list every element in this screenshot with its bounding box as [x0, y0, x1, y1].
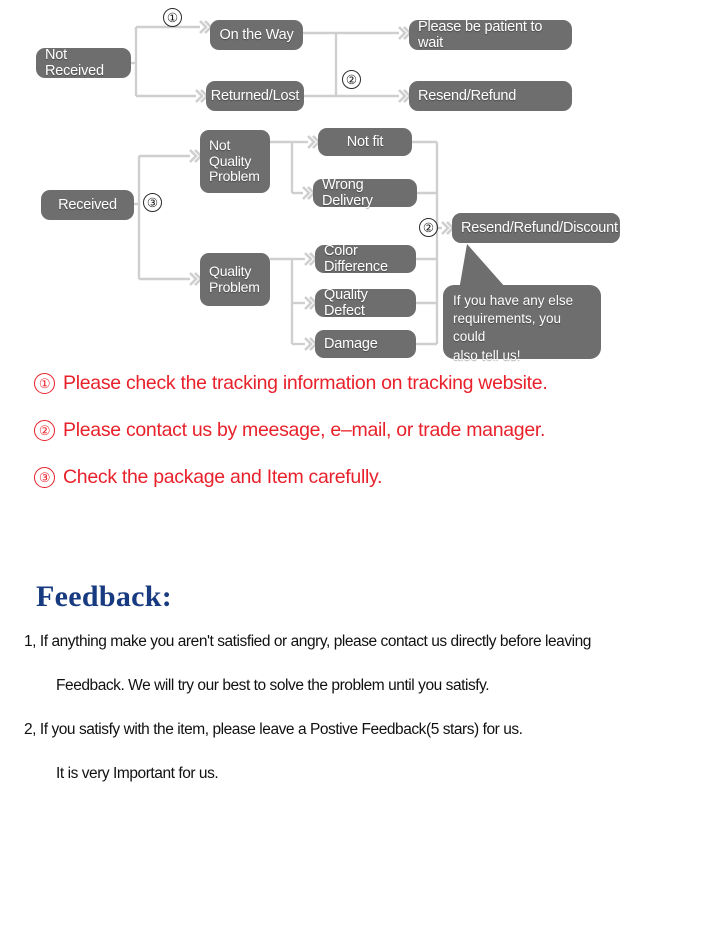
feedback-line: 1, If anything make you aren't satisfied…: [24, 633, 591, 650]
callout-bubble: If you have any else requirements, you c…: [443, 285, 601, 363]
flow-node-not-received: Not Received: [36, 47, 131, 79]
note-item: ③ Check the package and Item carefully.: [34, 466, 710, 489]
flowchart-diagram: Not Received On the Way Returned/Lost Pleas…: [0, 0, 710, 375]
feedback-section: Feedback: 1, If anything make you aren't…: [0, 580, 710, 796]
note-item: ① Please check the tracking information o…: [34, 372, 710, 395]
flow-node-returned-lost: Returned/Lost: [206, 81, 304, 111]
feedback-line: It is very Important for us.: [56, 765, 219, 782]
marker-2-top: ②: [342, 70, 361, 89]
flow-node-wrong-delivery: Wrong Delivery: [313, 177, 417, 209]
note-text: Please contact us by meesage, e–mail, or…: [63, 419, 546, 441]
note-number-badge: ②: [34, 420, 55, 441]
note-number-badge: ①: [34, 373, 55, 394]
numbered-notes-list: ① Please check the tracking information o…: [0, 372, 710, 513]
flow-node-please-be-patient: Please be patient to wait: [409, 19, 572, 51]
flow-node-not-fit: Not fit: [318, 128, 412, 156]
flow-node-received: Received: [41, 190, 134, 220]
note-number-badge: ③: [34, 467, 55, 488]
feedback-line: Feedback. We will try our best to solve …: [56, 677, 490, 694]
flow-node-not-quality-problem: Not Quality Problem: [200, 130, 270, 193]
note-item: ② Please contact us by meesage, e–mail, o…: [34, 419, 710, 442]
marker-2-lower: ②: [419, 218, 438, 237]
note-text: Check the package and Item carefully.: [63, 466, 383, 488]
flow-node-resend-refund: Resend/Refund: [409, 81, 572, 111]
flow-node-color-difference: Color Difference: [315, 243, 416, 275]
flow-node-resend-refund-discount: Resend/Refund/Discount: [452, 213, 620, 243]
marker-1-top: ①: [163, 8, 182, 27]
feedback-line: 2, If you satisfy with the item, please …: [24, 721, 523, 738]
feedback-title: Feedback:: [36, 580, 173, 613]
feedback-lines: 1, If anything make you aren't satisfied…: [0, 620, 710, 796]
note-text: Please check the tracking information on…: [63, 372, 548, 394]
flow-node-quality-problem: Quality Problem: [200, 253, 270, 306]
flow-node-on-the-way: On the Way: [210, 20, 303, 50]
marker-3-received: ③: [143, 193, 162, 212]
flow-node-damage: Damage: [315, 330, 416, 358]
flow-node-quality-defect: Quality Defect: [315, 287, 416, 319]
